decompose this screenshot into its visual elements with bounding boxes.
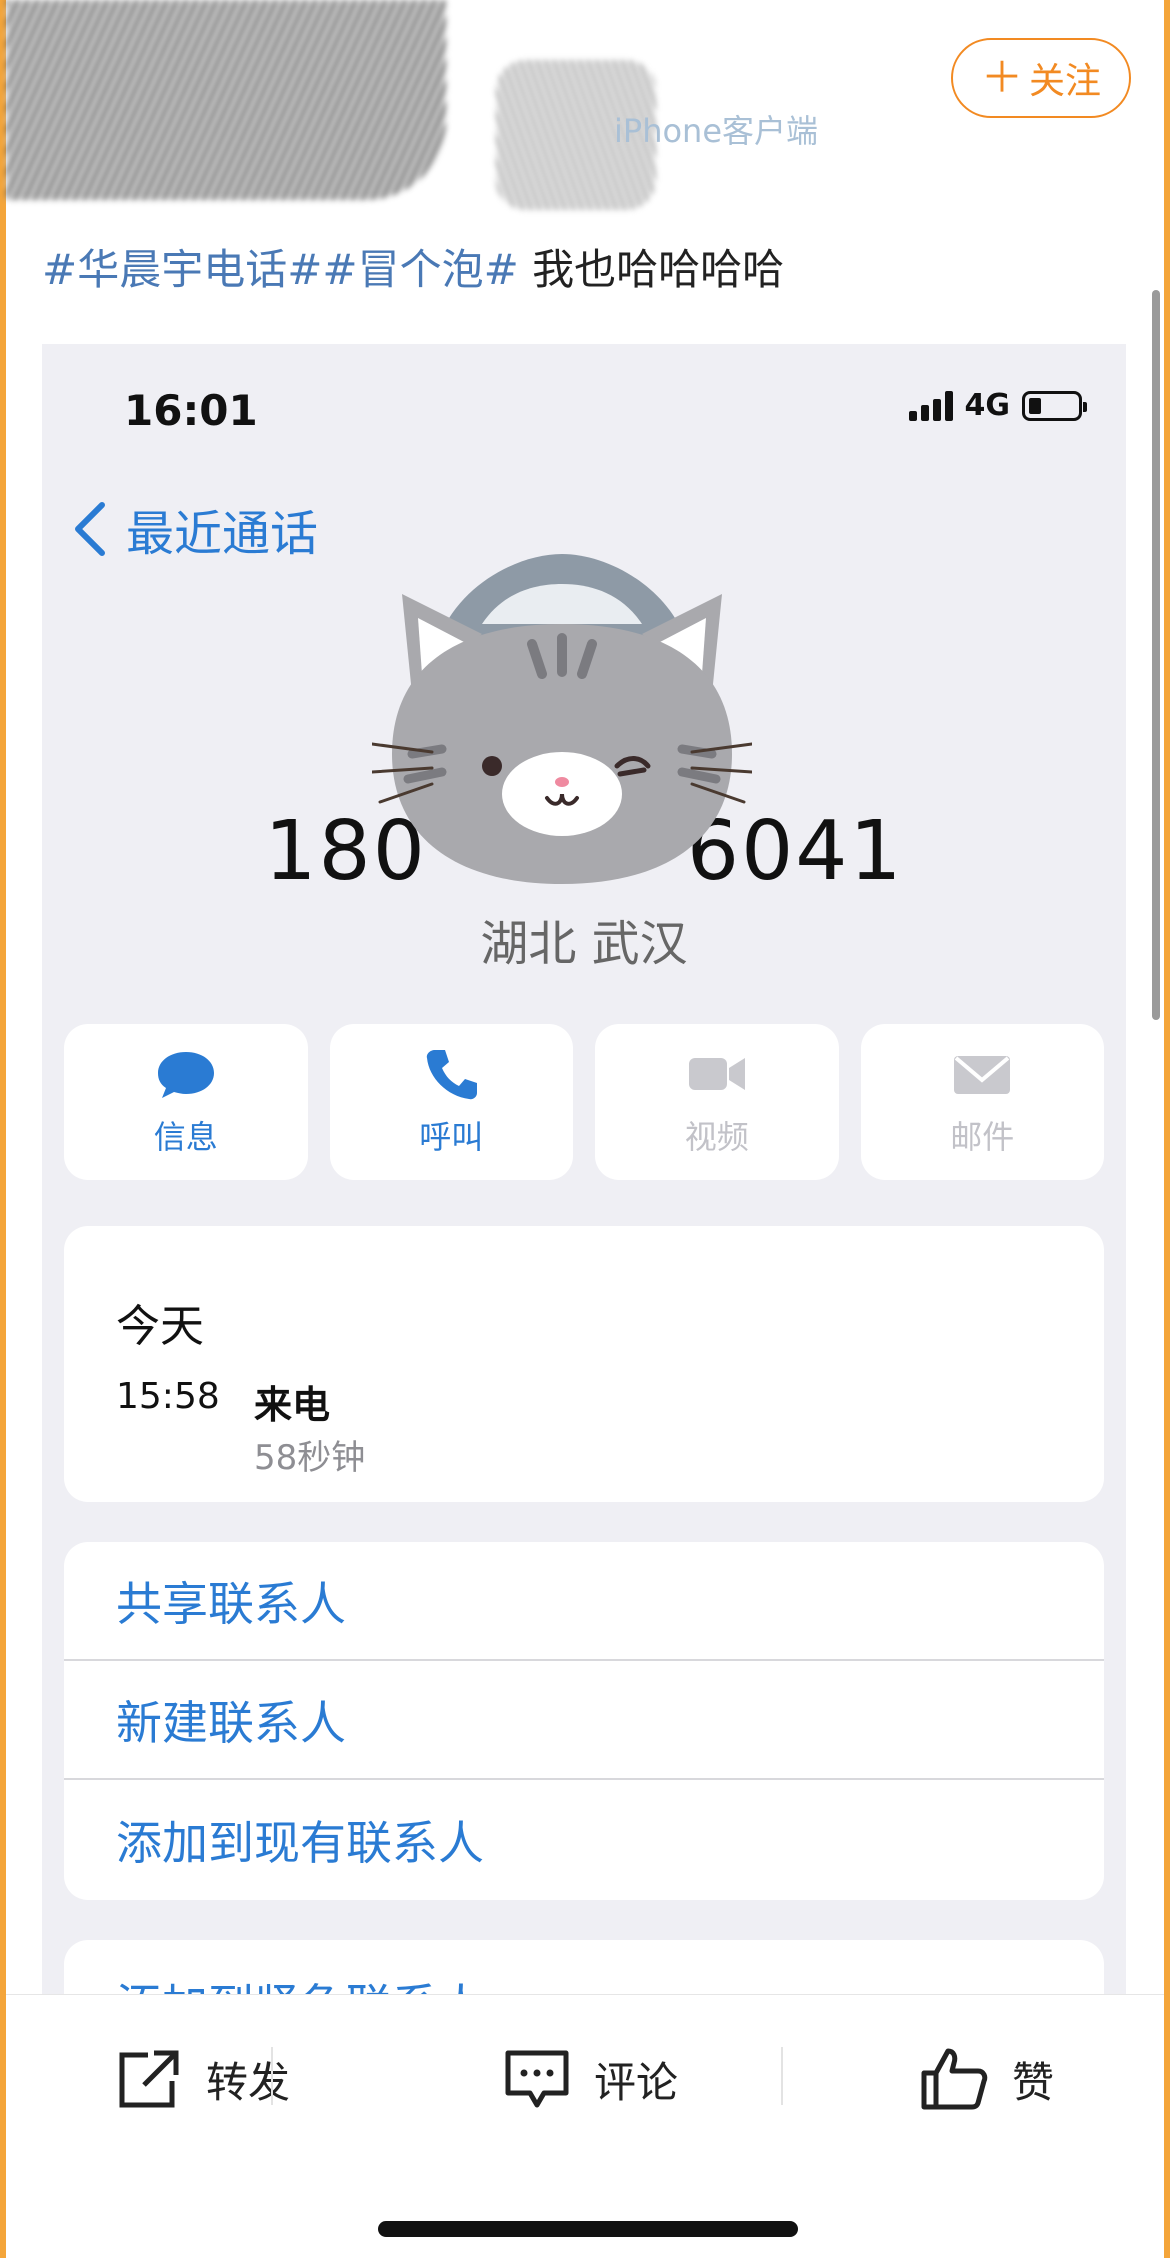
post-header: iPhone客户端 ＋ 关注 xyxy=(6,0,1164,220)
comment-icon xyxy=(505,2050,569,2108)
home-indicator xyxy=(378,2221,798,2237)
message-action: 信息 xyxy=(64,1024,308,1180)
embedded-call-screenshot[interactable]: 16:01 4G 最近通话 180 6041 湖北 武汉 信息 呼叫 视频 邮件… xyxy=(42,344,1126,1994)
contact-actions: 信息 呼叫 视频 邮件 xyxy=(64,1024,1104,1180)
video-icon xyxy=(688,1058,745,1090)
action-label: 呼叫 xyxy=(419,1118,484,1156)
status-time: 16:01 xyxy=(124,386,258,435)
share-contact-option: 共享联系人 xyxy=(64,1542,1104,1661)
video-action: 视频 xyxy=(595,1024,839,1180)
caller-location: 湖北 武汉 xyxy=(480,916,688,972)
cat-sticker xyxy=(372,554,752,884)
emergency-contact-card: 添加到紧急联系人 xyxy=(64,1940,1104,1994)
battery-icon xyxy=(1022,390,1087,421)
post-body: 我也哈哈哈哈 xyxy=(518,245,785,294)
scrollbar[interactable] xyxy=(1152,290,1160,1020)
blurred-avatar xyxy=(6,0,446,200)
comment-label: 评论 xyxy=(594,2057,679,2107)
bottom-action-bar: 转发 评论 赞 xyxy=(6,1994,1164,2258)
chevron-left-icon xyxy=(75,502,105,556)
frame-edge-left xyxy=(0,0,6,2258)
status-indicators: 4G xyxy=(908,388,1087,423)
history-day: 今天 xyxy=(116,1301,204,1352)
message-icon xyxy=(157,1052,214,1098)
divider xyxy=(271,2047,273,2105)
back-label: 最近通话 xyxy=(126,506,319,562)
frame-edge-right xyxy=(1164,0,1170,2258)
network-type: 4G xyxy=(964,388,1011,423)
call-history-card: 今天 15:58 来电 58秒钟 xyxy=(64,1226,1104,1502)
call-action: 呼叫 xyxy=(329,1024,573,1180)
emergency-contact-option: 添加到紧急联系人 xyxy=(64,1940,1104,1994)
mail-icon xyxy=(954,1056,1011,1094)
forward-button[interactable]: 转发 xyxy=(114,2047,290,2111)
divider xyxy=(781,2047,783,2105)
action-label: 信息 xyxy=(153,1118,218,1156)
hashtag-link[interactable]: #华晨宇电话# xyxy=(42,245,322,294)
follow-label: 关注 xyxy=(1029,61,1102,102)
action-label: 视频 xyxy=(684,1118,749,1156)
post-text: #华晨宇电话##冒个泡# 我也哈哈哈哈 xyxy=(42,236,784,297)
post-source: iPhone客户端 xyxy=(614,112,819,150)
hashtag-link[interactable]: #冒个泡# xyxy=(322,245,518,294)
thumbs-up-icon xyxy=(921,2048,988,2110)
signal-icon xyxy=(908,390,953,421)
mail-action: 邮件 xyxy=(860,1024,1104,1180)
new-contact-option: 新建联系人 xyxy=(64,1661,1104,1780)
comment-button[interactable]: 评论 xyxy=(502,2047,678,2111)
history-call-type: 来电 xyxy=(254,1383,331,1427)
back-button: 最近通话 xyxy=(72,494,318,564)
history-duration: 58秒钟 xyxy=(254,1438,366,1478)
contact-options-card: 共享联系人 新建联系人 添加到现有联系人 xyxy=(64,1542,1104,1900)
phone-icon xyxy=(427,1050,478,1100)
like-label: 赞 xyxy=(1012,2057,1055,2107)
follow-button[interactable]: ＋ 关注 xyxy=(951,38,1131,118)
action-label: 邮件 xyxy=(950,1118,1015,1156)
add-existing-contact-option: 添加到现有联系人 xyxy=(116,1815,484,1870)
plus-icon: ＋ xyxy=(980,53,1023,102)
like-button[interactable]: 赞 xyxy=(920,2047,1054,2111)
history-time: 15:58 xyxy=(116,1376,220,1417)
forward-label: 转发 xyxy=(206,2057,291,2107)
share-icon xyxy=(119,2050,179,2108)
